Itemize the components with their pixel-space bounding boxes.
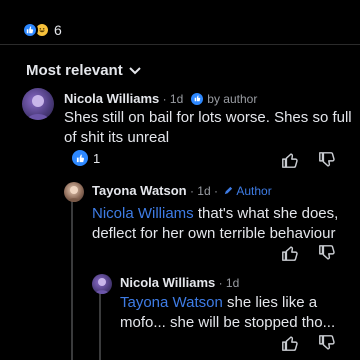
comment-header: Nicola Williams · 1d by author xyxy=(64,91,257,106)
comment-author[interactable]: Nicola Williams xyxy=(120,275,215,290)
reply-thread-line xyxy=(99,288,101,360)
pencil-icon xyxy=(225,186,233,195)
mention-link[interactable]: Tayona Watson xyxy=(120,294,223,311)
sort-label: Most relevant xyxy=(26,62,123,79)
thumbs-down-icon[interactable] xyxy=(318,244,336,262)
author-tag-label: Author xyxy=(236,183,272,198)
mention-link[interactable]: Nicola Williams xyxy=(92,205,194,222)
comment-author[interactable]: Nicola Williams xyxy=(64,91,159,106)
author-badge: Author xyxy=(223,183,272,198)
divider xyxy=(0,44,360,45)
like-icon xyxy=(191,92,204,105)
sort-dropdown[interactable]: Most relevant xyxy=(26,62,141,79)
avatar[interactable] xyxy=(22,88,54,120)
liked-by-label: by author xyxy=(207,91,258,106)
avatar[interactable] xyxy=(64,182,84,202)
reply-thread-line xyxy=(71,195,73,360)
comment-header: Tayona Watson · 1d · Author xyxy=(92,183,272,198)
comment-reactions[interactable]: 1 xyxy=(72,150,100,166)
chevron-down-icon xyxy=(128,66,141,74)
thumbs-down-icon[interactable] xyxy=(318,334,336,352)
dot-separator: · xyxy=(159,91,170,106)
comment-time[interactable]: 1d xyxy=(226,276,239,290)
comment-text: Tayona Watson she lies like a mofo... sh… xyxy=(120,293,355,333)
post-reactions-summary[interactable]: 6 xyxy=(22,20,62,40)
like-icon xyxy=(72,150,88,166)
dot-separator: · xyxy=(186,183,198,198)
reaction-count: 1 xyxy=(93,150,101,166)
reactions-count: 6 xyxy=(54,22,62,38)
thumbs-up-icon[interactable] xyxy=(281,334,299,352)
like-icon xyxy=(22,22,38,38)
thumbs-up-icon[interactable] xyxy=(281,244,299,262)
avatar[interactable] xyxy=(92,274,112,294)
comment-time[interactable]: 1d xyxy=(197,184,210,198)
dot-separator: · xyxy=(210,183,222,198)
thumbs-down-icon[interactable] xyxy=(318,151,336,169)
thumbs-up-icon[interactable] xyxy=(281,151,299,169)
dot-separator: · xyxy=(215,275,226,290)
comment-text: Nicola Williams that's what she does, de… xyxy=(92,204,352,244)
liked-by-author-badge: by author xyxy=(191,92,257,106)
comment-header: Nicola Williams · 1d xyxy=(120,275,239,290)
comment-text: Shes still on bail for lots worse. Shes … xyxy=(64,109,352,146)
comment-time[interactable]: 1d xyxy=(170,92,183,106)
comments-panel: 6 Most relevant Nicola Williams · 1d by … xyxy=(0,0,360,360)
comment-author[interactable]: Tayona Watson xyxy=(92,183,187,198)
